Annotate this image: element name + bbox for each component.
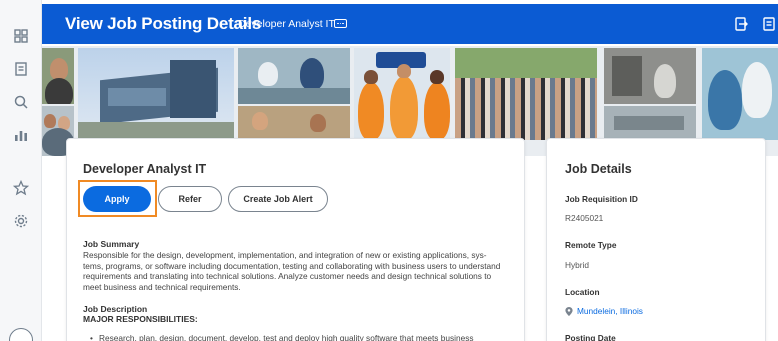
job-summary-line-2: tems, programs, or software including do… [83,260,501,271]
job-description-heading: Job Description [83,304,148,314]
job-summary-line-4: meet business and technical requirements… [83,281,241,292]
job-summary-line-3: requirements and translating into techni… [83,271,492,281]
bar-chart-icon[interactable] [11,125,31,145]
job-summary-heading: Job Summary [83,239,140,249]
photo-warehouse [604,106,696,140]
ellipsis-icon[interactable] [334,19,347,28]
search-icon[interactable] [11,92,31,112]
responsibility-item: Research, plan, design, document, develo… [90,333,474,341]
photo-medical [702,48,778,140]
remote-type-label: Remote Type [565,240,617,250]
location-label: Location [565,287,600,297]
responsibilities-heading: MAJOR RESPONSIBILITIES: [83,314,198,324]
job-summary-line-1: Responsible for the design, development,… [83,250,487,260]
requisition-id-label: Job Requisition ID [565,194,638,204]
photo-office [238,106,350,140]
export-icon[interactable] [733,16,749,32]
map-pin-icon [565,306,573,316]
create-job-alert-button[interactable]: Create Job Alert [228,186,328,212]
page-header: View Job Posting Details Developer Analy… [42,4,778,44]
apply-button[interactable]: Apply [83,186,151,212]
document-icon[interactable] [11,59,31,79]
job-posting-card: Developer Analyst IT Apply Refer Create … [66,138,525,341]
requisition-id-value: R2405021 [565,213,604,223]
job-title: Developer Analyst IT [83,162,207,176]
star-icon[interactable] [11,178,31,198]
photo-portrait-1 [42,48,74,104]
left-rail [0,0,42,341]
remote-type-value: Hybrid [565,260,589,270]
location-value[interactable]: Mundelein, Illinois [577,306,643,316]
photo-group [455,48,597,140]
page-subtitle: Developer Analyst IT [238,18,335,30]
photo-factory [604,48,696,104]
posting-date-label: Posting Date [565,333,616,341]
job-details-card: Job Details Job Requisition ID R2405021 … [546,138,766,341]
photo-workers [354,48,450,140]
refer-button[interactable]: Refer [158,186,222,212]
gear-icon[interactable] [11,211,31,231]
photo-lab [238,48,350,104]
location-link[interactable]: Mundelein, Illinois [565,306,643,316]
page-title: View Job Posting Details [65,14,262,33]
photo-building [78,48,234,140]
print-icon[interactable] [761,16,777,32]
job-details-title: Job Details [565,162,632,176]
grid-icon[interactable] [11,26,31,46]
